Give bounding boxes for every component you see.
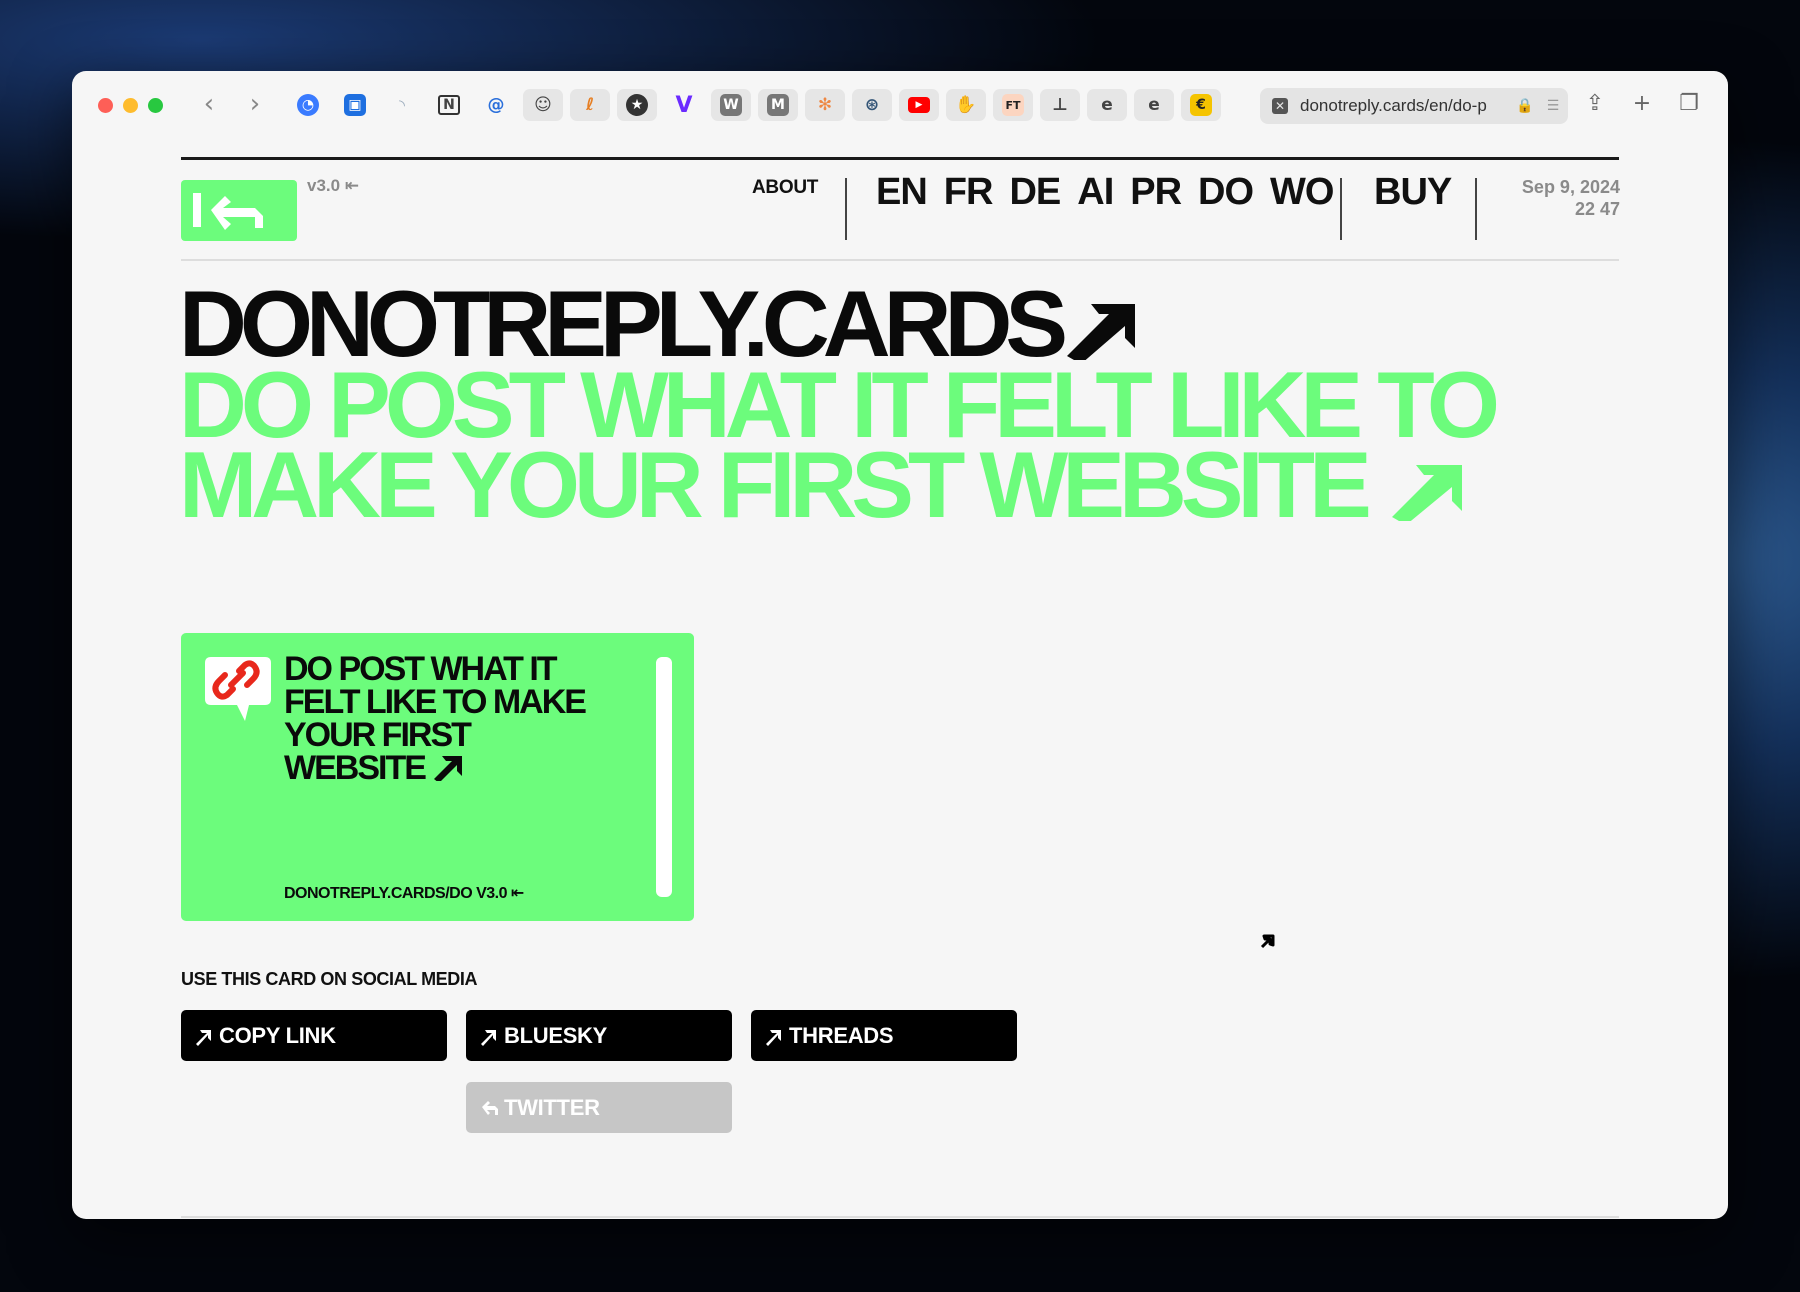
reader-icon[interactable]: ☰ (1538, 98, 1568, 114)
lang-fr-link[interactable]: FR (944, 171, 994, 214)
date-time: Sep 9, 2024 22 47 (1522, 176, 1620, 220)
nav-divider (1475, 178, 1477, 240)
twitter-label: TWITTER (504, 1094, 600, 1120)
m-logo-label: M (767, 94, 789, 116)
lock-icon: 🔒 (1516, 98, 1534, 114)
nav-divider (845, 178, 847, 240)
notion-label: N (438, 95, 460, 115)
rss-icon[interactable]: ◝ (382, 89, 422, 121)
globe-icon[interactable]: ⊛ (852, 89, 892, 121)
arrow-up-right-icon (196, 1029, 211, 1046)
tab-overview-icon[interactable]: ❐ (1674, 89, 1704, 119)
card-footer: DONOTREPLY.CARDS/DO V3.0 ⇤ (284, 885, 524, 902)
nav-about-link[interactable]: ABOUT (752, 177, 818, 199)
preview-card[interactable]: DO POST WHAT IT FELT LIKE TO MAKE YOUR F… (181, 633, 694, 921)
lang-en-link[interactable]: EN (876, 171, 928, 214)
e-logo-label: e (1148, 95, 1160, 115)
arrow-up-right-icon (481, 1029, 496, 1046)
cursor-arrow-icon (1260, 934, 1275, 949)
return-arrow-icon (193, 193, 263, 230)
arrow-up-right-icon (1391, 465, 1462, 525)
lang-pr-link[interactable]: PR (1130, 171, 1182, 214)
lang-do-link[interactable]: DO (1198, 171, 1254, 214)
v-logo-label: V (675, 92, 693, 118)
new-tab-icon[interactable]: + (1627, 89, 1657, 119)
threads-label: THREADS (789, 1022, 894, 1048)
browser-toolbar: ‹ › ◔ ▣ ◝ N @ ☺ ℓ ★ V W M ✻ ⊛ ▶ ✋ FT ⊥ e… (72, 71, 1728, 139)
tab-close-icon[interactable]: ✕ (1272, 98, 1288, 114)
e-logo-icon[interactable]: e (1134, 89, 1174, 121)
nav-buy-link[interactable]: BUY (1374, 171, 1452, 214)
time-text: 22 47 (1574, 199, 1620, 219)
zoom-window-button[interactable] (148, 98, 163, 113)
v-logo-icon[interactable]: V (664, 89, 704, 121)
link-chat-icon (205, 657, 271, 721)
ft-logo-label: FT (1002, 94, 1024, 116)
clock-logo-icon[interactable]: ◔ (288, 89, 328, 121)
hand-icon[interactable]: ✋ (946, 89, 986, 121)
arrow-up-right-icon (766, 1029, 781, 1046)
forward-icon[interactable]: › (242, 91, 268, 119)
copy-link-label: COPY LINK (219, 1022, 336, 1048)
language-switcher: EN FR DE AI PR DO WO (876, 171, 1334, 214)
notion-icon[interactable]: N (429, 89, 469, 121)
browser-window: ‹ › ◔ ▣ ◝ N @ ☺ ℓ ★ V W M ✻ ⊛ ▶ ✋ FT ⊥ e… (72, 71, 1728, 1219)
e-logo-label: e (1101, 95, 1113, 115)
share-heading: USE THIS CARD ON SOCIAL MEDIA (181, 969, 478, 989)
nav-divider (1340, 178, 1342, 240)
favorites-bar: ◔ ▣ ◝ N @ ☺ ℓ ★ V W M ✻ ⊛ ▶ ✋ FT ⊥ e e € (288, 89, 1221, 121)
lang-wo-link[interactable]: WO (1270, 171, 1334, 214)
date-text: Sep 9, 2024 (1521, 177, 1620, 197)
coin-icon[interactable]: € (1181, 89, 1221, 121)
arrow-up-right-icon (1067, 304, 1136, 364)
lang-de-link[interactable]: DE (1009, 171, 1061, 214)
w-logo-icon[interactable]: W (711, 89, 751, 121)
star-icon[interactable]: ★ (617, 89, 657, 121)
threads-button[interactable]: THREADS (751, 1010, 1017, 1061)
bluesky-button[interactable]: BLUESKY (466, 1010, 732, 1061)
swirl-icon[interactable]: ℓ (570, 89, 610, 121)
twitter-button: TWITTER (466, 1082, 732, 1133)
lang-ai-link[interactable]: AI (1077, 171, 1114, 214)
header-rule (181, 259, 1619, 261)
minimize-window-button[interactable] (123, 98, 138, 113)
lamp-icon[interactable]: ⊥ (1040, 89, 1080, 121)
m-logo-icon[interactable]: M (758, 89, 798, 121)
url-text[interactable]: donotreply.cards/en/do-p (1300, 96, 1512, 116)
copy-link-button[interactable]: COPY LINK (181, 1010, 447, 1061)
back-icon[interactable]: ‹ (196, 91, 222, 119)
avatar-icon[interactable]: ☺ (523, 89, 563, 121)
share-icon[interactable]: ⇪ (1580, 89, 1610, 119)
w-logo-label: W (720, 94, 742, 116)
page-subtitle[interactable]: DO POST WHAT IT FELT LIKE TO MAKE YOUR F… (179, 358, 1579, 532)
youtube-icon[interactable]: ▶ (899, 89, 939, 121)
bookmark-icon[interactable]: ▣ (335, 89, 375, 121)
e-logo-icon[interactable]: e (1087, 89, 1127, 121)
pinwheel-icon[interactable]: ✻ (805, 89, 845, 121)
close-window-button[interactable] (98, 98, 113, 113)
page-subtitle-text: DO POST WHAT IT FELT LIKE TO MAKE YOUR F… (179, 352, 1500, 537)
return-arrow-icon (482, 1100, 498, 1115)
card-title: DO POST WHAT IT FELT LIKE TO MAKE YOUR F… (284, 652, 614, 785)
bluesky-label: BLUESKY (504, 1022, 608, 1048)
top-rule (181, 157, 1619, 160)
address-bar[interactable]: ✕ donotreply.cards/en/do-p 🔒 ☰ (1260, 88, 1568, 124)
ft-logo-icon[interactable]: FT (993, 89, 1033, 121)
site-version: v3.0 ⇤ (307, 176, 360, 195)
at-lock-icon[interactable]: @ (476, 89, 516, 121)
arrow-up-right-icon (434, 756, 463, 783)
card-scrollbar[interactable] (656, 657, 672, 897)
site-logo[interactable] (181, 180, 297, 241)
footer-rule (181, 1216, 1619, 1218)
window-controls (98, 98, 163, 113)
